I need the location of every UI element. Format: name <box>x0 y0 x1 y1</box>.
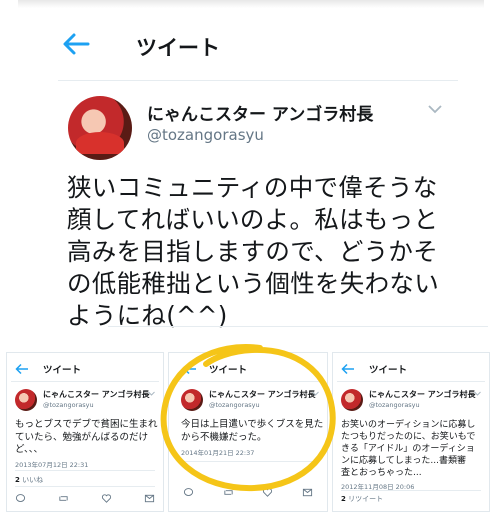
reply-icon[interactable] <box>15 493 26 504</box>
back-arrow-icon[interactable] <box>341 363 355 375</box>
tweet-text-line: ンに応募してしまった...書類審 <box>341 456 466 466</box>
avatar[interactable] <box>15 389 37 411</box>
display-name[interactable]: にゃんこスター アンゴラ村長 <box>43 389 149 400</box>
count-label: リツイート <box>348 495 384 503</box>
back-arrow-icon[interactable] <box>60 30 92 58</box>
divider <box>15 470 155 471</box>
tweet-text-line: もっとブスでデブで貧困に生まれ <box>15 419 158 430</box>
chevron-down-icon[interactable] <box>148 391 155 396</box>
count-value: 2 <box>15 476 20 484</box>
chevron-down-icon[interactable] <box>474 391 481 396</box>
tweet-text-line: 狭いコミュニティの中で偉そうな <box>67 173 438 202</box>
avatar[interactable] <box>341 389 363 411</box>
count-value: 2 <box>341 495 346 503</box>
tweet-text-line: ど、、、 <box>15 444 44 455</box>
engagement-count: 2 いいね <box>15 475 43 485</box>
tweet-text-line: きる「アイドル」のオーディショ <box>341 444 475 454</box>
tweet-text-line: ていたら、勉強がんばるのだけ <box>15 431 149 443</box>
mini-tweet-panel-3: ツイート にゃんこスター アンゴラ村長 @tozangorasyu お笑いのオー… <box>332 352 490 512</box>
header-divider <box>337 381 485 382</box>
tweet-text-line: 査とおっちゃった... <box>341 468 422 478</box>
engagement-count: 2 リツイート <box>341 494 383 504</box>
divider <box>341 490 481 491</box>
tweet-text-line: の低能稚拙という個性を失わない <box>67 269 439 298</box>
highlight-circle-annotation <box>160 344 336 492</box>
main-bottom-divider <box>108 326 488 327</box>
tweet-text: もっとブスでデブで貧困に生まれ ていたら、勉強がんばるのだけ ど、、、 <box>15 419 158 457</box>
header-divider <box>58 80 458 81</box>
avatar[interactable] <box>68 96 132 160</box>
action-bar <box>15 493 155 505</box>
message-icon[interactable] <box>144 493 155 504</box>
retweet-icon[interactable] <box>58 493 69 504</box>
user-handle[interactable]: @tozangorasyu <box>43 401 94 409</box>
count-label: いいね <box>22 476 44 484</box>
tweet-text-line: ようにね(^^) <box>67 301 228 330</box>
tweet-text-line: たつもりだったのに、お笑いもで <box>341 432 476 442</box>
header-divider <box>11 381 159 382</box>
user-handle[interactable]: @tozangorasyu <box>369 401 420 409</box>
display-name[interactable]: にゃんこスター アンゴラ村長 <box>369 389 475 400</box>
divider <box>15 486 155 487</box>
chevron-down-icon[interactable] <box>428 104 442 114</box>
tweet-text-line: 高みを目指しますので、どうかそ <box>67 237 439 266</box>
user-handle[interactable]: @tozangorasyu <box>147 126 264 144</box>
display-name[interactable]: にゃんこスター アンゴラ村長 <box>147 100 373 125</box>
tweet-text-line: お笑いのオーディションに応募し <box>341 420 476 430</box>
screenshot-composite: ツイート にゃんこスター アンゴラ村長 @tozangorasyu 狭いコミュニ… <box>0 0 492 515</box>
timestamp: 2013年07月12日 22:31 <box>15 461 89 469</box>
panel-title: ツイート <box>369 365 408 376</box>
page-title: ツイート <box>136 36 220 60</box>
top-shadow <box>18 0 484 8</box>
like-icon[interactable] <box>101 493 112 504</box>
panel-title: ツイート <box>43 365 82 376</box>
tweet-text: お笑いのオーディションに応募し たつもりだったのに、お笑いもで きる「アイドル」… <box>341 419 475 479</box>
tweet-text: 狭いコミュニティの中で偉そうな 顔してればいいのよ。私はもっと 高みを目指します… <box>67 172 467 332</box>
tweet-text-line: 顔してればいいのよ。私はもっと <box>67 205 439 234</box>
mini-tweet-panel-1: ツイート にゃんこスター アンゴラ村長 @tozangorasyu もっとブスで… <box>6 352 164 512</box>
back-arrow-icon[interactable] <box>15 363 29 375</box>
